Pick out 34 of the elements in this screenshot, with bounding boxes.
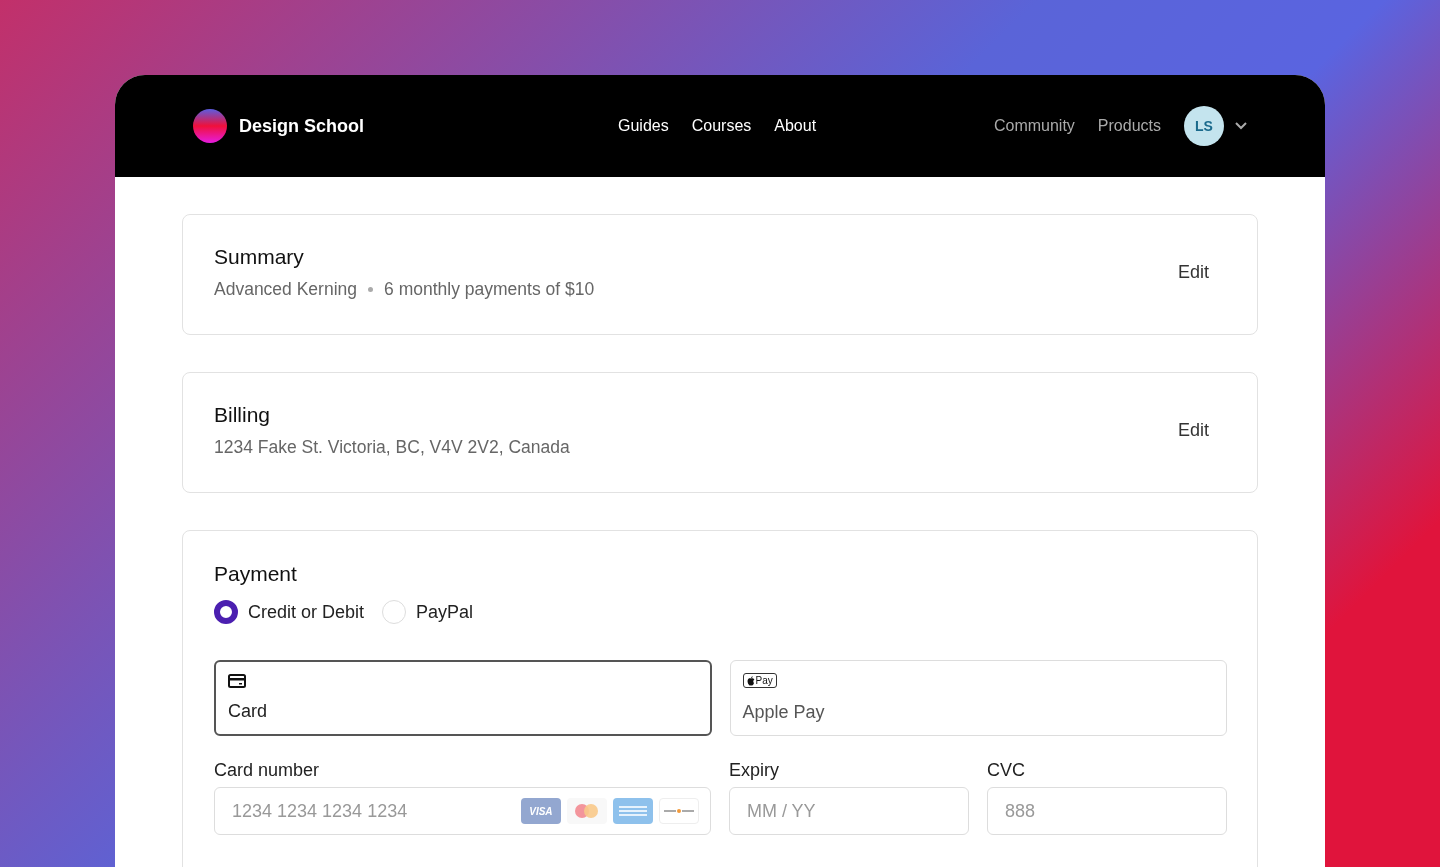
field-label: Expiry xyxy=(728,760,780,781)
field-label: CVC xyxy=(986,760,1026,781)
nav-link[interactable]: Courses xyxy=(691,117,752,135)
section-title: Payment xyxy=(214,562,298,586)
amex-card-logo-icon xyxy=(612,798,653,824)
visa-logo: VISA xyxy=(520,798,561,824)
nav-link[interactable]: About xyxy=(774,117,817,135)
summary-text: Advanced Kerning xyxy=(214,279,358,300)
discover-card-logo-icon xyxy=(658,798,699,824)
section-title: Billing xyxy=(214,403,272,427)
radio-button[interactable] xyxy=(214,600,238,624)
credit-card-icon xyxy=(228,674,246,688)
text-input-field[interactable]: MM / YY xyxy=(728,787,969,835)
logo-circle-icon xyxy=(193,109,227,143)
payment-method-option[interactable]: Pay Apple Pay xyxy=(729,660,1227,736)
brand-link[interactable]: Design School xyxy=(239,115,364,137)
avatar-button[interactable]: LS xyxy=(1184,106,1224,146)
separator-dot-icon xyxy=(368,287,374,292)
apple-pay-badge: Pay xyxy=(742,673,777,688)
address-text: 1234 Fake St. Victoria, BC, V4V 2V2, Canada xyxy=(214,437,570,458)
mastercard-logo-icon xyxy=(566,798,607,824)
field-label: Card number xyxy=(214,760,321,781)
edit-link[interactable]: Edit xyxy=(1177,262,1209,283)
section-title: Summary xyxy=(214,245,305,269)
nav-link[interactable]: Community xyxy=(993,117,1075,135)
edit-link[interactable]: Edit xyxy=(1177,420,1209,441)
radio-label: PayPal xyxy=(416,601,474,623)
payment-method-option[interactable]: Card xyxy=(214,660,712,736)
text-input-field[interactable]: 888 xyxy=(986,787,1227,835)
chevron-down-icon[interactable] xyxy=(1235,122,1247,130)
radio-label: Credit or Debit xyxy=(248,601,365,623)
nav-link[interactable]: Products xyxy=(1097,117,1161,135)
nav-link[interactable]: Guides xyxy=(618,117,669,135)
summary-text: 6 monthly payments of $10 xyxy=(384,279,595,300)
